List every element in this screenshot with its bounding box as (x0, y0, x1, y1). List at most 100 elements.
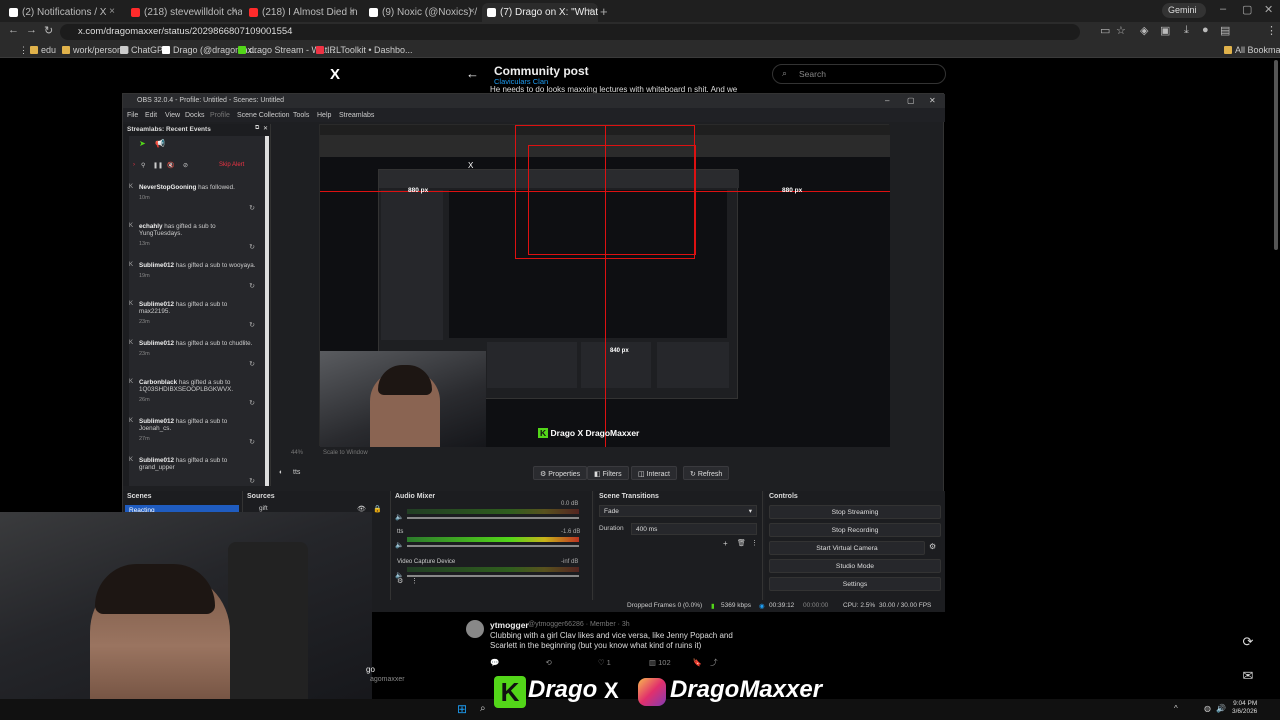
mute-icon[interactable]: 🔇 (167, 162, 174, 169)
tray-chevron-icon[interactable]: ^ (1174, 704, 1178, 713)
tab-chicago[interactable]: (218) I Almost Died in Chicago× (244, 3, 360, 22)
views-icon[interactable]: ▥ (649, 658, 656, 667)
menu-streamlabs[interactable]: Streamlabs (339, 112, 374, 119)
reply-icon[interactable]: 💬 (490, 658, 499, 667)
dock-close-icon[interactable]: ✕ (263, 125, 268, 132)
extensions-icon[interactable]: ◈ (1140, 24, 1148, 37)
replay-icon[interactable]: ↻ (249, 439, 255, 446)
back-arrow-icon[interactable]: ← (466, 66, 479, 81)
x-search-input[interactable]: ⌕ Search (772, 64, 946, 84)
tab-search-icon[interactable]: ▤ (1220, 24, 1230, 37)
menu-icon[interactable]: ⋮ (1266, 24, 1277, 37)
bookmark-work[interactable]: work/personal (62, 45, 129, 55)
share-icon[interactable]: ⤴ (710, 658, 718, 667)
network-icon[interactable]: ◍ (1204, 704, 1211, 713)
menu-scene-collection[interactable]: Scene Collection (237, 112, 290, 119)
speaker-icon[interactable]: 🔈 (395, 513, 404, 521)
send-icon[interactable]: ➤ (139, 139, 146, 148)
filter-icon[interactable]: ⚲ (141, 162, 145, 169)
bookmark-icon[interactable]: 🔖 (693, 658, 702, 667)
mixer-menu-icon[interactable]: ⋮ (411, 577, 418, 585)
menu-tools[interactable]: Tools (293, 112, 309, 119)
close-tab-icon[interactable]: × (349, 6, 355, 17)
bookmark-star-icon[interactable]: ☆ (1116, 24, 1126, 37)
avatar[interactable] (466, 620, 484, 638)
reply-tweet[interactable]: ytmogger @ytmogger66286 · Member · 3h Cl… (458, 612, 758, 684)
retweet-icon[interactable]: ⟲ (545, 658, 551, 667)
sidebar-ai-icon[interactable]: ⟳ (1238, 632, 1258, 652)
menu-file[interactable]: File (127, 112, 138, 119)
volume-icon[interactable]: 🔊 (1216, 704, 1226, 713)
download-icon[interactable]: ⤓ (1184, 24, 1189, 37)
forward-icon[interactable]: → (26, 24, 37, 36)
close-tab-icon[interactable]: × (231, 6, 237, 17)
close-window-icon[interactable]: ✕ (1264, 3, 1273, 16)
chevron-right-icon[interactable]: › (133, 162, 135, 168)
megaphone-icon[interactable]: 📢 (155, 139, 165, 148)
speaker-icon[interactable]: 🔈 (395, 541, 404, 549)
tab-noxic[interactable]: (9) Noxic (@Noxics) / X × (364, 3, 480, 22)
extension-icon[interactable]: ▭ (1100, 24, 1110, 37)
scale-select[interactable]: Scale to Window (323, 450, 368, 456)
replay-icon[interactable]: ↻ (249, 478, 255, 485)
maximize-icon[interactable]: ▢ (1242, 3, 1252, 16)
settings-button[interactable]: Settings (769, 577, 941, 591)
volume-slider[interactable] (407, 545, 579, 547)
x-logo[interactable]: X (330, 66, 340, 83)
add-transition-icon[interactable]: + (723, 539, 728, 548)
volume-slider[interactable] (407, 517, 579, 519)
menu-docks[interactable]: Docks (185, 112, 204, 119)
volume-slider[interactable] (407, 575, 579, 577)
panel-icon[interactable]: ▣ (1160, 24, 1170, 37)
menu-profile[interactable]: Profile (210, 112, 230, 119)
close-icon[interactable]: ✕ (929, 96, 936, 105)
properties-button[interactable]: ⚙ Properties (533, 466, 588, 480)
replay-icon[interactable]: ↻ (249, 283, 255, 290)
address-bar[interactable]: x.com/dragomaxxer/status/202986680710900… (60, 24, 1080, 40)
transition-menu-icon[interactable]: ⋮ (751, 539, 758, 547)
all-bookmarks[interactable]: All Bookmarks (1224, 45, 1280, 55)
tab-stevewilldoit[interactable]: (218) stevewilldoit channel - Yo× (126, 3, 242, 22)
bookmark-irltoolkit[interactable]: IRLToolkit • Dashbo... (316, 45, 413, 55)
bookmark-edu[interactable]: edu (30, 45, 56, 55)
filters-button[interactable]: ◧ Filters (587, 466, 629, 480)
windows-start-icon[interactable]: ⊞ (457, 702, 467, 716)
interact-button[interactable]: ◫ Interact (631, 466, 677, 480)
skip-alert-button[interactable]: Skip Alert (219, 162, 244, 168)
zoom-level[interactable]: 44% (291, 450, 303, 456)
close-tab-icon[interactable]: × (469, 6, 475, 17)
replay-icon[interactable]: ↻ (249, 400, 255, 407)
menu-edit[interactable]: Edit (145, 112, 157, 119)
taskbar-search-icon[interactable]: ⌕ (480, 703, 486, 714)
close-tab-icon[interactable]: × (109, 6, 115, 17)
menu-view[interactable]: View (165, 112, 180, 119)
sidebar-messages-icon[interactable]: ✉ (1238, 666, 1258, 686)
dock-float-icon[interactable]: ⧉ (255, 125, 259, 132)
pause-icon[interactable]: ❚❚ (153, 162, 163, 169)
obs-preview[interactable]: X 880 px 880 px 840 px K Drago X DragoMa… (319, 124, 890, 447)
refresh-button[interactable]: ↻ Refresh (683, 466, 730, 480)
gemini-button[interactable]: Gemini (1162, 3, 1206, 18)
remove-transition-icon[interactable]: 🗑 (737, 539, 746, 547)
studio-mode-button[interactable]: Studio Mode (769, 559, 941, 573)
menu-help[interactable]: Help (317, 112, 331, 119)
profile-icon[interactable]: ● (1202, 24, 1209, 36)
start-virtual-camera-button[interactable]: Start Virtual Camera (769, 541, 925, 555)
maximize-icon[interactable]: ▢ (907, 96, 915, 105)
duration-input[interactable]: 400 ms (631, 523, 757, 535)
replay-icon[interactable]: ↻ (249, 244, 255, 251)
tab-drago[interactable]: (7) Drago on X: "What aspects× (482, 3, 598, 22)
minimize-icon[interactable]: – (1220, 3, 1226, 15)
replay-icon[interactable]: ↻ (249, 361, 255, 368)
stop-recording-button[interactable]: Stop Recording (769, 523, 941, 537)
stop-streaming-button[interactable]: Stop Streaming (769, 505, 941, 519)
transition-select[interactable]: Fade ▾ (599, 505, 757, 517)
new-tab-button[interactable]: + (600, 4, 608, 19)
tweet-author[interactable]: ytmogger (490, 620, 529, 630)
taskbar-clock[interactable]: 9:04 PM 3/6/2026 (1232, 700, 1257, 716)
speaker-icon[interactable]: 🔈 (395, 571, 404, 579)
replay-icon[interactable]: ↻ (249, 322, 255, 329)
dock-scrollbar[interactable] (265, 136, 269, 486)
virtual-camera-settings-icon[interactable]: ⚙ (929, 542, 936, 551)
ban-icon[interactable]: ⊘ (183, 162, 188, 169)
